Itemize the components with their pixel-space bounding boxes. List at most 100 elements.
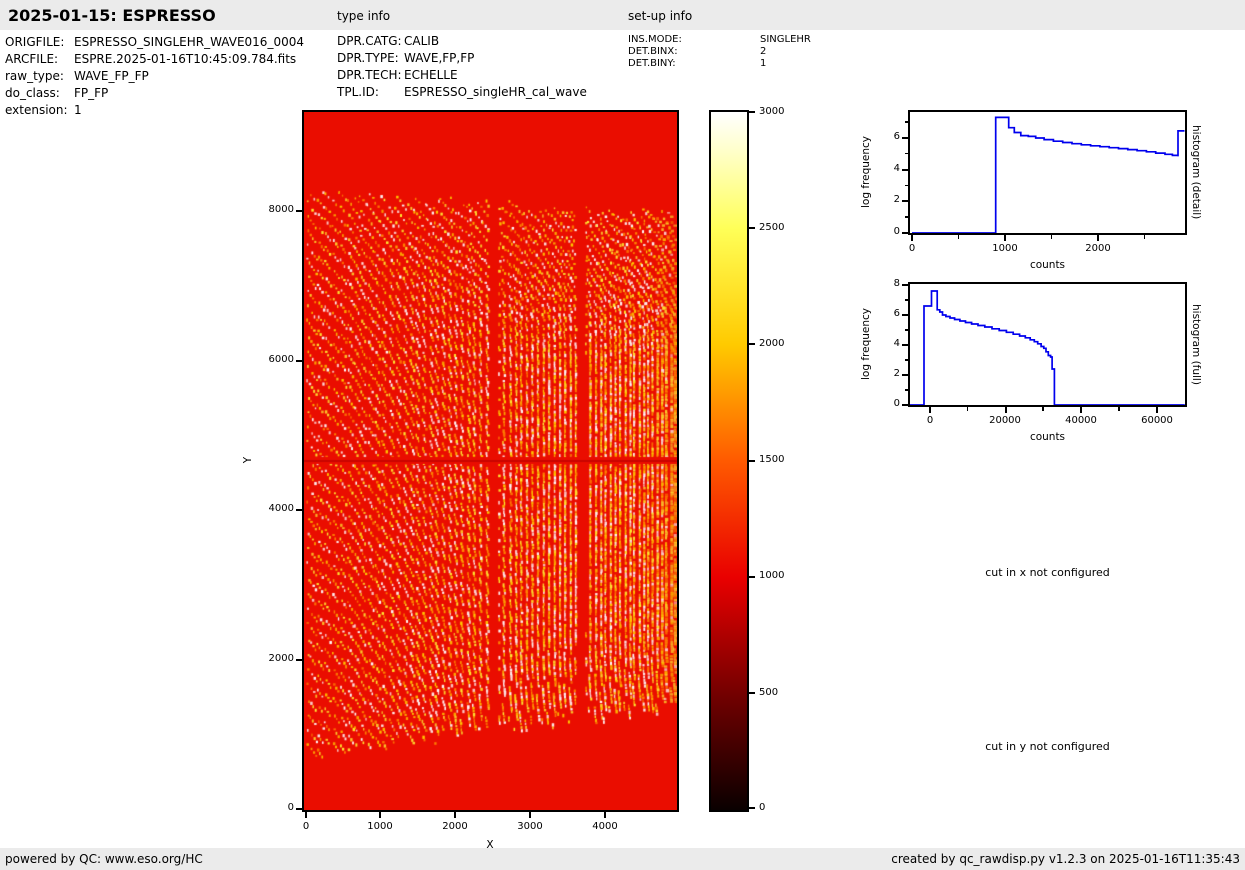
tick-mark	[1118, 407, 1120, 411]
hf-xtick-40000: 40000	[1059, 415, 1103, 427]
tick-mark	[749, 460, 755, 462]
footer-left: powered by QC: www.eso.org/HC	[5, 848, 203, 870]
tick-mark	[1080, 407, 1082, 413]
tick-mark	[604, 812, 606, 818]
main-ytick-2000: 2000	[254, 653, 294, 665]
tick-mark	[305, 812, 307, 818]
main-xtick-0: 0	[286, 821, 326, 833]
page-title: 2025-01-15: ESPRESSO	[8, 6, 216, 25]
main-ytick-4000: 4000	[254, 503, 294, 515]
type-info-value-tech: ECHELLE	[404, 68, 458, 82]
cut-y-message: cut in y not configured	[910, 740, 1185, 753]
tick-mark	[905, 153, 909, 155]
type-info-value-catg: CALIB	[404, 34, 439, 48]
main-yaxis-label: Y	[242, 440, 254, 480]
tick-mark	[929, 407, 931, 413]
raw-image-heatmap	[304, 112, 677, 810]
qc-report-page: 2025-01-15: ESPRESSO type info set-up in…	[0, 0, 1245, 870]
file-info-value-arcfile: ESPRE.2025-01-16T10:45:09.784.fits	[74, 52, 296, 66]
tick-mark	[911, 235, 913, 241]
histogram-full-plot	[908, 282, 1187, 407]
setup-info-value-binx: 2	[760, 46, 766, 57]
tick-mark	[1005, 407, 1007, 413]
type-info-label-tech: DPR.TECH:	[337, 68, 402, 82]
file-info-label-arcfile: ARCFILE:	[5, 52, 58, 66]
tick-mark	[905, 359, 909, 361]
hf-xtick-60000: 60000	[1135, 415, 1179, 427]
cbar-tick-3000: 3000	[759, 106, 784, 118]
main-ytick-8000: 8000	[254, 204, 294, 216]
tick-mark	[905, 389, 909, 391]
main-ytick-0: 0	[254, 802, 294, 814]
main-xtick-4000: 4000	[585, 821, 625, 833]
hd-xtick-0: 0	[890, 243, 934, 255]
tick-mark	[296, 659, 302, 661]
hd-ytick-6: 6	[872, 131, 900, 143]
tick-mark	[379, 812, 381, 818]
tick-mark	[1144, 235, 1146, 239]
setup-info-label-insmode: INS.MODE:	[628, 34, 682, 45]
hf-ytick-8: 8	[872, 278, 900, 290]
tick-mark	[749, 692, 755, 694]
file-info-value-extension: 1	[74, 103, 82, 117]
file-info-value-rawtype: WAVE_FP_FP	[74, 69, 149, 83]
type-info-label-tplid: TPL.ID:	[337, 85, 379, 99]
tick-mark	[902, 169, 908, 171]
histogram-full-curve	[910, 284, 1185, 405]
main-xtick-3000: 3000	[510, 821, 550, 833]
hf-ytick-2: 2	[872, 368, 900, 380]
hf-xtick-0: 0	[908, 415, 952, 427]
cbar-tick-500: 500	[759, 687, 778, 699]
hd-xtick-1000: 1000	[983, 243, 1027, 255]
section-header-setup-info: set-up info	[628, 9, 692, 23]
tick-mark	[1156, 407, 1158, 413]
tick-mark	[905, 329, 909, 331]
histogram-detail-plot	[908, 110, 1187, 235]
hf-xtick-20000: 20000	[983, 415, 1027, 427]
hf-ytick-4: 4	[872, 338, 900, 350]
main-xtick-1000: 1000	[360, 821, 400, 833]
setup-info-label-binx: DET.BINX:	[628, 46, 678, 57]
tick-mark	[905, 299, 909, 301]
file-info-value-doclass: FP_FP	[74, 86, 108, 100]
type-info-label-type: DPR.TYPE:	[337, 51, 399, 65]
tick-mark	[749, 111, 755, 113]
cbar-tick-2000: 2000	[759, 338, 784, 350]
tick-mark	[905, 216, 909, 218]
tick-mark	[902, 314, 908, 316]
section-header-type-info: type info	[337, 9, 390, 23]
tick-mark	[454, 812, 456, 818]
tick-mark	[1051, 235, 1053, 239]
tick-mark	[902, 200, 908, 202]
hf-yaxis-label: log frequency	[860, 304, 872, 384]
type-info-value-type: WAVE,FP,FP	[404, 51, 474, 65]
cbar-tick-0: 0	[759, 802, 765, 814]
tick-mark	[1042, 407, 1044, 411]
main-ytick-6000: 6000	[254, 354, 294, 366]
hd-ytick-4: 4	[872, 163, 900, 175]
hd-ytick-0: 0	[872, 226, 900, 238]
raw-image-plot	[302, 110, 679, 812]
tick-mark	[529, 812, 531, 818]
tick-mark	[296, 509, 302, 511]
type-info-label-catg: DPR.CATG:	[337, 34, 402, 48]
setup-info-value-biny: 1	[760, 58, 766, 69]
tick-mark	[902, 284, 908, 286]
cut-x-message: cut in x not configured	[910, 566, 1185, 579]
type-info-value-tplid: ESPRESSO_singleHR_cal_wave	[404, 85, 587, 99]
tick-mark	[1004, 235, 1006, 241]
setup-info-value-insmode: SINGLEHR	[760, 34, 811, 45]
main-xtick-2000: 2000	[435, 821, 475, 833]
file-info-label-doclass: do_class:	[5, 86, 60, 100]
cbar-tick-1000: 1000	[759, 570, 784, 582]
tick-mark	[902, 374, 908, 376]
hf-ytick-0: 0	[872, 398, 900, 410]
hd-xaxis-label: counts	[910, 259, 1185, 271]
tick-mark	[296, 360, 302, 362]
tick-mark	[905, 121, 909, 123]
tick-mark	[1097, 235, 1099, 241]
setup-info-label-biny: DET.BINY:	[628, 58, 676, 69]
hf-right-label: histogram (full)	[1190, 282, 1202, 407]
tick-mark	[902, 137, 908, 139]
tick-mark	[749, 343, 755, 345]
